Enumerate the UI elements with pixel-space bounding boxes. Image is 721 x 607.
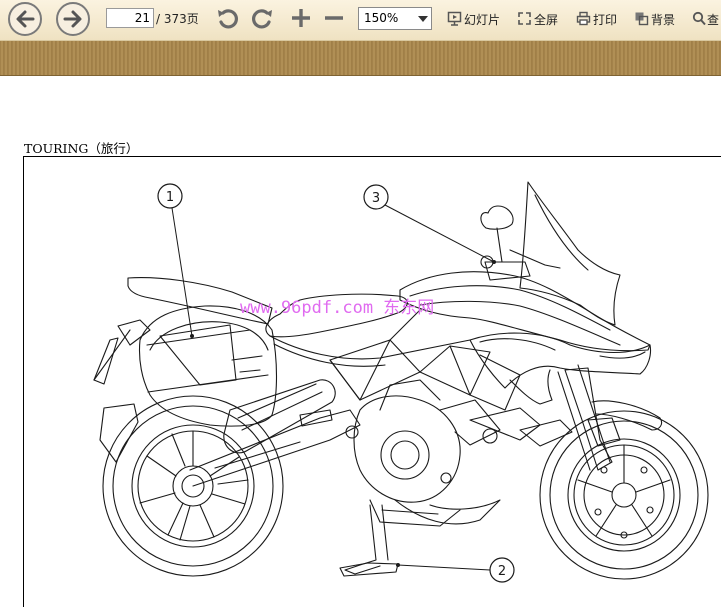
callout-2-label: 2 xyxy=(498,564,506,579)
callout-3-label: 3 xyxy=(372,191,380,206)
callout-1-label: 1 xyxy=(166,190,174,205)
callout-2: 2 xyxy=(396,557,515,583)
callout-3: 3 xyxy=(363,184,496,264)
front-wheel xyxy=(539,410,709,580)
callout-1: 1 xyxy=(157,183,194,338)
watermark-text: www.96pdf.com 东东网 xyxy=(240,298,435,318)
